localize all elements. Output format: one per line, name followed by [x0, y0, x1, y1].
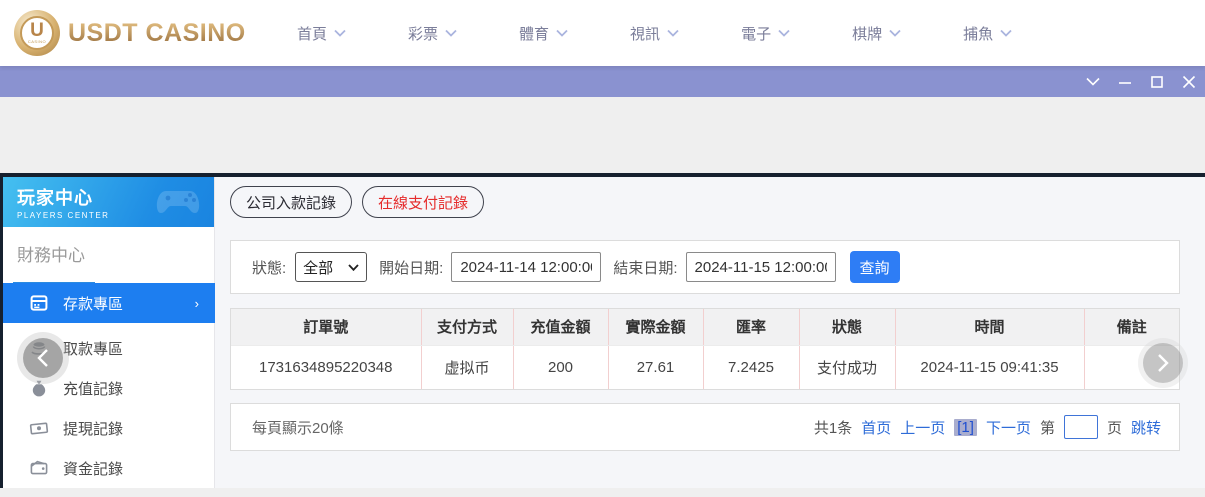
- pagination-controls: 共1条 首页 上一页 [1] 下一页 第 页 跳转: [814, 415, 1161, 439]
- chevron-down-icon: [348, 263, 359, 271]
- col-exchange-rate: 匯率: [703, 309, 800, 346]
- sidebar-item-label: 取款專區: [63, 340, 124, 358]
- status-select-value: 全部: [303, 259, 334, 277]
- sidebar-item-label: 存款專區: [63, 295, 124, 313]
- window-maximize-icon[interactable]: [1149, 74, 1165, 90]
- col-order-number: 訂單號: [231, 309, 422, 346]
- main-nav: 首頁 彩票 體育 視訊 電子 棋牌 捕魚: [297, 23, 1074, 44]
- finance-center-title: 財務中心: [17, 246, 85, 265]
- start-date-input[interactable]: [451, 252, 602, 282]
- nav-item-lottery[interactable]: 彩票: [408, 23, 457, 44]
- pagination-bar: 每頁顯示20條 共1条 首页 上一页 [1] 下一页 第 页 跳转: [230, 403, 1180, 451]
- first-page-link[interactable]: 首页: [861, 417, 891, 438]
- sidebar-item-funds-records[interactable]: 資金記錄: [3, 448, 215, 488]
- page-size-text: 每頁顯示20條: [252, 419, 344, 437]
- logo-text: USDT CASINO: [68, 18, 246, 47]
- cell-time: 2024-11-15 09:41:35: [895, 345, 1085, 389]
- chevron-down-icon: [556, 29, 568, 37]
- query-button[interactable]: 查詢: [849, 251, 900, 283]
- sidebar-menu: 存款專區 › 取款專區 充值記錄 提現記錄 資金記錄: [3, 283, 215, 488]
- filter-bar: 狀態: 全部 開始日期: 結束日期: 查詢: [230, 240, 1180, 294]
- logo-ball-icon: U CASINO: [14, 10, 60, 56]
- window-controls: [1085, 66, 1197, 97]
- cell-order-number: 1731634895220348: [231, 345, 422, 389]
- logo-letter: U: [30, 20, 44, 41]
- nav-item-sports[interactable]: 體育: [519, 23, 568, 44]
- cell-exchange-rate: 7.2425: [703, 345, 800, 389]
- prev-page-link[interactable]: 上一页: [900, 417, 945, 438]
- nav-item-home[interactable]: 首頁: [297, 23, 346, 44]
- nav-item-slots[interactable]: 電子: [741, 23, 790, 44]
- chevron-down-icon: [778, 29, 790, 37]
- deposit-icon: [29, 293, 49, 313]
- gamepad-icon: [152, 183, 204, 224]
- end-date-label: 結束日期:: [613, 259, 678, 277]
- chevron-down-icon: [889, 29, 901, 37]
- withdrawal-record-icon: [29, 418, 49, 438]
- sidebar-item-deposit[interactable]: 存款專區 ›: [3, 283, 215, 323]
- screen: U CASINO USDT CASINO 首頁 彩票 體育 視訊 電子 棋牌 捕…: [0, 0, 1205, 497]
- nav-item-cards[interactable]: 棋牌: [852, 23, 901, 44]
- table-header-row: 訂單號 支付方式 充值金額 實際金額 匯率 狀態 時間 備註: [231, 309, 1179, 346]
- records-table: 訂單號 支付方式 充值金額 實際金額 匯率 狀態 時間 備註 173163489: [231, 309, 1179, 389]
- window-collapse-icon[interactable]: [1085, 74, 1101, 90]
- sidebar-item-label: 提現記錄: [63, 420, 124, 438]
- tab-company-deposit-records[interactable]: 公司入款記錄: [230, 186, 353, 218]
- sidebar-item-label: 資金記錄: [63, 460, 124, 478]
- total-count-text: 共1条: [813, 419, 853, 437]
- status-select[interactable]: 全部: [295, 252, 368, 282]
- nav-item-video[interactable]: 視訊: [630, 23, 679, 44]
- funds-record-icon: [29, 458, 49, 478]
- recharge-record-icon: [29, 378, 49, 398]
- jump-prefix-label: 第: [1039, 419, 1055, 437]
- current-page-indicator: [1]: [954, 418, 977, 436]
- cell-recharge-amount: 200: [513, 345, 609, 389]
- tab-online-payment-records[interactable]: 在線支付記錄: [362, 186, 485, 218]
- sidebar-item-label: 充值記錄: [63, 380, 124, 398]
- sidebar: 玩家中心 PLAYERS CENTER 財務中心 存款專區 › 取款專區 充值記…: [3, 177, 215, 488]
- col-time: 時間: [895, 309, 1085, 346]
- bottom-strip: [0, 488, 1205, 497]
- chevron-down-icon: [445, 29, 457, 37]
- jump-suffix-label: 页: [1106, 419, 1122, 437]
- status-label: 狀態:: [252, 259, 287, 277]
- end-date-input[interactable]: [685, 252, 836, 282]
- main-content: 公司入款記錄 在線支付記錄 狀態: 全部 開始日期: 結束日期: 查詢: [215, 177, 1205, 488]
- player-center-window: 玩家中心 PLAYERS CENTER 財務中心 存款專區 › 取款專區 充值記…: [0, 173, 1205, 488]
- carousel-next-button[interactable]: [1143, 343, 1183, 383]
- chevron-down-icon: [334, 29, 346, 37]
- spacer-region: [0, 97, 1205, 173]
- chevron-down-icon: [1000, 29, 1012, 37]
- col-actual-amount: 實際金額: [608, 309, 704, 346]
- nav-item-fishing[interactable]: 捕魚: [963, 23, 1012, 44]
- col-status: 狀態: [799, 309, 896, 346]
- start-date-label: 開始日期:: [379, 259, 444, 277]
- col-recharge-amount: 充值金額: [513, 309, 609, 346]
- logo-mini-text: CASINO: [27, 39, 47, 44]
- records-table-panel: 訂單號 支付方式 充值金額 實際金額 匯率 狀態 時間 備註 173163489: [230, 308, 1180, 390]
- col-remarks: 備註: [1084, 309, 1179, 346]
- chevron-down-icon: [667, 29, 679, 37]
- cell-status: 支付成功: [799, 345, 896, 389]
- cell-payment-method: 虚拟币: [421, 345, 514, 389]
- sidebar-header: 玩家中心 PLAYERS CENTER: [3, 177, 214, 227]
- col-payment-method: 支付方式: [421, 309, 514, 346]
- jump-page-input[interactable]: [1063, 415, 1098, 439]
- table-row: 1731634895220348 虚拟币 200 27.61 7.2425 支付…: [231, 345, 1179, 389]
- cell-actual-amount: 27.61: [608, 345, 704, 389]
- sidebar-item-withdrawal-records[interactable]: 提現記錄: [3, 408, 215, 448]
- carousel-prev-button[interactable]: [23, 338, 63, 378]
- jump-action-link[interactable]: 跳转: [1131, 417, 1161, 438]
- next-page-link[interactable]: 下一页: [986, 417, 1031, 438]
- record-tabs: 公司入款記錄 在線支付記錄: [230, 186, 485, 218]
- top-header: U CASINO USDT CASINO 首頁 彩票 體育 視訊 電子 棋牌 捕…: [0, 0, 1205, 66]
- window-title-bar: [0, 66, 1205, 97]
- chevron-right-icon: ›: [194, 295, 199, 311]
- logo[interactable]: U CASINO USDT CASINO: [14, 10, 249, 56]
- window-minimize-icon[interactable]: [1117, 74, 1133, 90]
- window-close-icon[interactable]: [1181, 74, 1197, 90]
